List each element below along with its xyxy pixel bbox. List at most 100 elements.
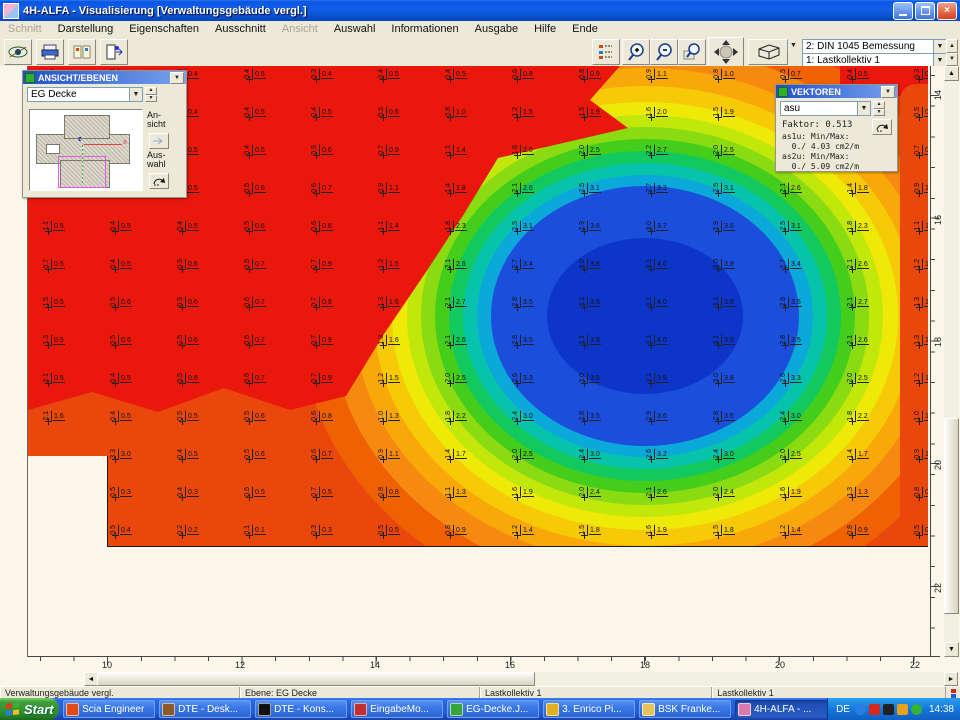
node-label: 1.51.8: [579, 525, 601, 535]
zoom-in-icon[interactable]: [622, 39, 650, 65]
ansicht-ebenen-panel: ANSICHT/EBENEN ▼ EG Decke ▼ ▲ ▼ z: [22, 70, 187, 198]
panel-collapse-icon[interactable]: ▼: [170, 72, 184, 84]
node-label: 3.33.0: [110, 449, 132, 459]
pencil-icon[interactable]: [897, 704, 908, 715]
start-button[interactable]: Start: [0, 698, 59, 720]
node-label: 0.60.7: [244, 297, 266, 307]
slab-bottom-edge: [107, 546, 928, 547]
printer-icon[interactable]: [36, 39, 64, 65]
chevron-down-icon[interactable]: ▼: [129, 88, 142, 101]
node-label: 2.63.3: [780, 373, 802, 383]
task-label: 4H-ALFA - ...: [754, 704, 811, 715]
zoom-out-icon[interactable]: [650, 39, 678, 65]
menu-item-ende[interactable]: Ende: [564, 23, 606, 35]
menu-item-ausgabe[interactable]: Ausgabe: [467, 23, 526, 35]
menu-item-eigenschaften[interactable]: Eigenschaften: [121, 23, 207, 35]
plan-minimap[interactable]: z x: [29, 109, 143, 191]
spin-up-icon[interactable]: ▲: [873, 101, 885, 109]
pages-book-icon[interactable]: [68, 39, 96, 65]
vertical-scroll-thumb[interactable]: [944, 418, 959, 614]
y-axis-tick-label: 18: [933, 337, 943, 347]
node-label: 2.02.5: [847, 373, 869, 383]
node-label: 2.12.6: [512, 183, 534, 193]
vector-combobox[interactable]: asu ▼: [780, 101, 871, 116]
node-label: 3.13.9: [646, 373, 668, 383]
auswahl-button[interactable]: [149, 173, 169, 189]
vertical-scrollbar[interactable]: ▲ ▼: [944, 66, 959, 657]
horizontal-scroll-thumb[interactable]: [97, 672, 535, 686]
view-3d-dropdown-icon[interactable]: ▼: [787, 40, 799, 50]
menu-item-informationen[interactable]: Informationen: [383, 23, 466, 35]
level-spinner[interactable]: ▲ ▼: [145, 87, 157, 102]
scroll-up-icon[interactable]: ▲: [944, 66, 959, 81]
view-eye-icon[interactable]: [4, 39, 32, 65]
design-code-combobox[interactable]: 2: DIN 1045 Bemessung ▼: [802, 39, 947, 54]
scroll-right-icon[interactable]: ►: [944, 672, 958, 686]
scroll-down-icon[interactable]: ▼: [944, 642, 959, 657]
ansicht-panel-titlebar[interactable]: ANSICHT/EBENEN ▼: [23, 71, 186, 84]
taskbar-task-dte-desk-[interactable]: DTE - Desk...: [159, 700, 251, 718]
panda-app-icon[interactable]: [883, 704, 894, 715]
taskbar-task-scia-engineer[interactable]: Scia Engineer: [63, 700, 155, 718]
vektoren-panel: VEKTOREN ▼ asu ▼ ▲ ▼ Faktor: 0.513 as1u:…: [775, 84, 898, 172]
ansicht-apply-button[interactable]: [149, 133, 169, 149]
chevron-down-icon[interactable]: ▼: [933, 40, 946, 53]
node-label: 0.40.5: [847, 69, 869, 79]
shield-green-icon[interactable]: [911, 704, 922, 715]
taskbar-task-4h-alfa-[interactable]: 4H-ALFA - ...: [735, 700, 827, 718]
media-red-icon[interactable]: [869, 704, 880, 715]
taskbar-task-bsk-franke-[interactable]: BSK Franke...: [639, 700, 731, 718]
close-button[interactable]: ×: [937, 2, 957, 20]
node-label: 2.02.5: [780, 449, 802, 459]
title-bar[interactable]: 4H-ALFA - Visualisierung [Verwaltungsgeb…: [0, 0, 960, 21]
node-label: 0.80.8: [914, 487, 928, 497]
node-label: 0.50.5: [914, 525, 928, 535]
menu-item-darstellung[interactable]: Darstellung: [50, 23, 122, 35]
scroll-left-icon[interactable]: ◄: [84, 672, 98, 686]
taskbar: Start Scia EngineerDTE - Desk...DTE - Ko…: [0, 698, 960, 720]
node-label: 0.50.6: [177, 335, 199, 345]
spin-up-icon[interactable]: ▲: [145, 87, 157, 95]
spin-down-icon[interactable]: ▼: [145, 95, 157, 103]
vektoren-panel-titlebar[interactable]: VEKTOREN ▼: [776, 85, 897, 98]
node-label: 0.60.8: [512, 69, 534, 79]
menu-item-ausschnitt[interactable]: Ausschnitt: [207, 23, 274, 35]
minimize-button[interactable]: [893, 2, 913, 20]
node-label: 0.50.6: [110, 297, 132, 307]
node-label: 2.83.5: [512, 335, 534, 345]
loadcase-spinner[interactable]: ▲ ▼: [946, 39, 958, 66]
visibility-tree-icon[interactable]: [592, 39, 620, 65]
vector-spinner[interactable]: ▲ ▼: [873, 101, 885, 116]
language-indicator[interactable]: DE: [836, 704, 850, 715]
taskbar-task-eg-decke-j-[interactable]: EG-Decke.J...: [447, 700, 539, 718]
spin-down-icon[interactable]: ▼: [946, 53, 958, 67]
refresh-button[interactable]: [872, 119, 892, 135]
back-circle-icon[interactable]: [855, 704, 866, 715]
restore-button[interactable]: [915, 2, 935, 20]
pan-cross-icon[interactable]: [708, 37, 744, 67]
view-3d-icon[interactable]: [748, 39, 788, 65]
menu-item-auswahl[interactable]: Auswahl: [326, 23, 384, 35]
node-label: 0.50.6: [177, 373, 199, 383]
taskbar-task-eingabemo-[interactable]: EingabeMo...: [351, 700, 443, 718]
zoom-window-icon[interactable]: [678, 39, 706, 65]
slab-notch-edge-v: [107, 456, 108, 547]
chevron-down-icon[interactable]: ▼: [857, 102, 870, 115]
taskbar-task-dte-kons-[interactable]: DTE - Kons...: [255, 700, 347, 718]
x-axis-ruler: [28, 656, 940, 666]
ansicht-label: An- sicht: [147, 111, 166, 130]
plan-block: [64, 115, 110, 139]
panel-collapse-icon[interactable]: ▼: [881, 86, 895, 98]
exit-door-icon[interactable]: [100, 39, 128, 65]
level-combobox[interactable]: EG Decke ▼: [27, 87, 143, 102]
horizontal-scrollbar[interactable]: ◄ ►: [84, 672, 958, 686]
taskbar-task-3-enrico-pi-[interactable]: 3. Enrico Pi...: [543, 700, 635, 718]
node-label: 1.62.0: [646, 107, 668, 117]
node-label: 0.30.3: [311, 525, 333, 535]
x-axis-tick-label: 12: [235, 660, 245, 670]
menu-item-hilfe[interactable]: Hilfe: [526, 23, 564, 35]
spin-down-icon[interactable]: ▼: [873, 109, 885, 117]
node-label: 3.03.8: [579, 373, 601, 383]
spin-up-icon[interactable]: ▲: [946, 39, 958, 53]
auswahl-label: Aus- wahl: [147, 151, 166, 170]
